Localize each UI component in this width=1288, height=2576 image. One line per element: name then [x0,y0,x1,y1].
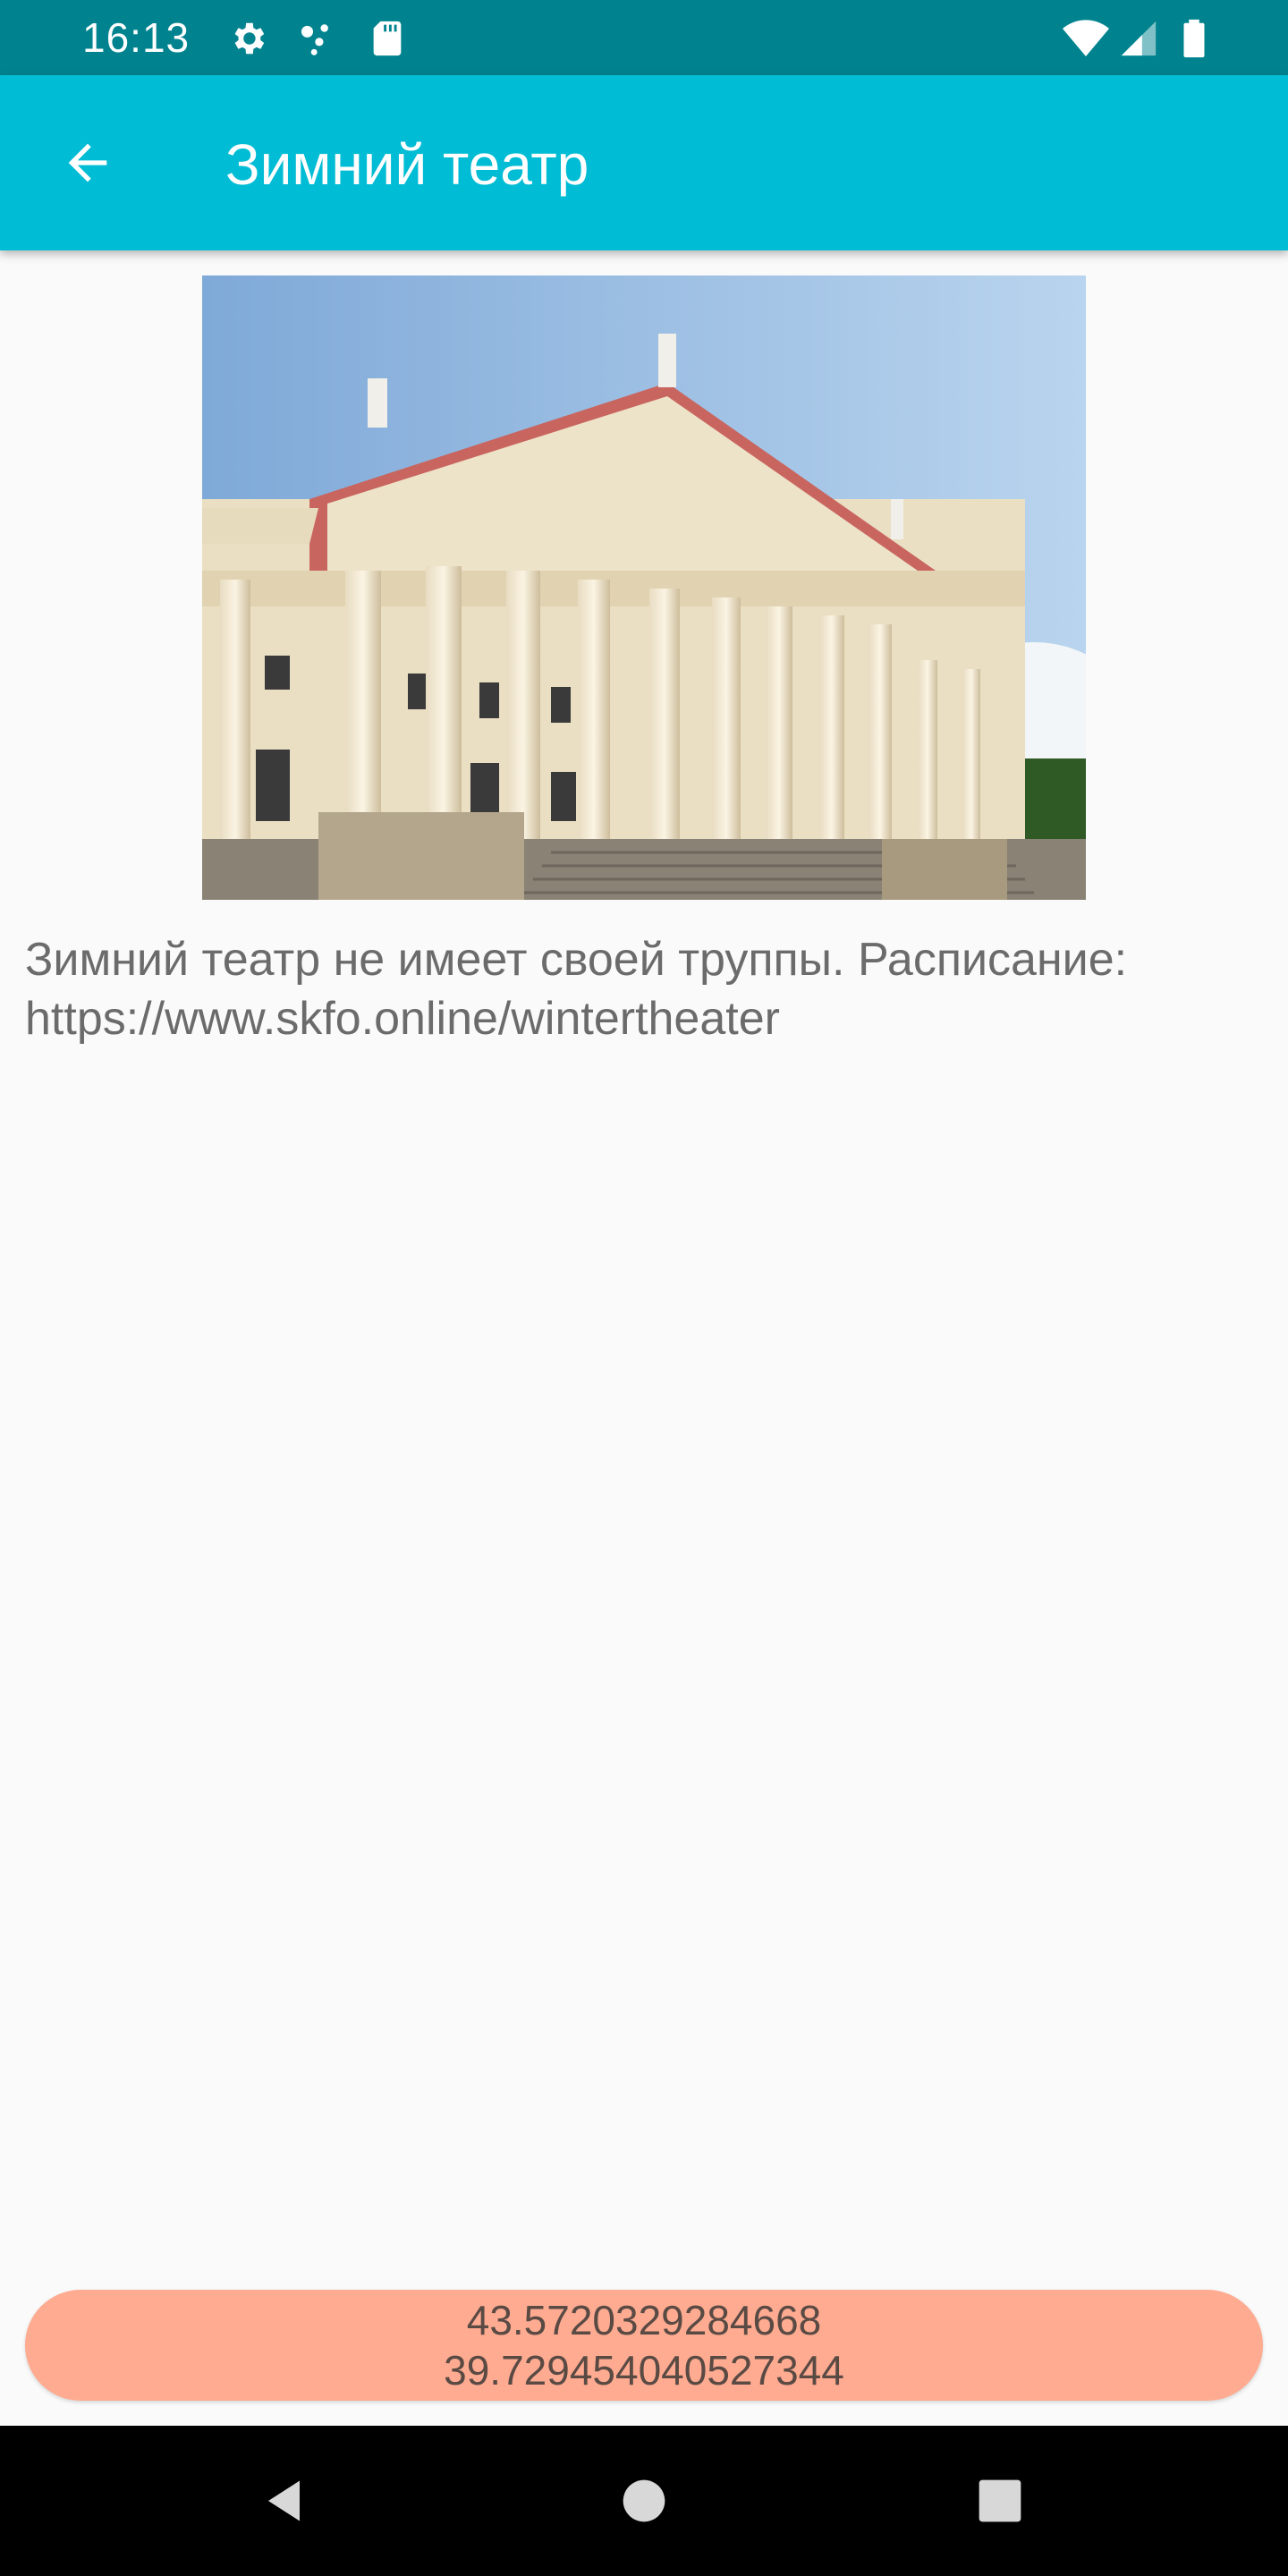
nav-bar [0,2426,1288,2576]
description-text: Зимний театр не имеет своей труппы. Расп… [25,934,1128,1045]
wifi-icon [1063,18,1109,59]
sd-card-icon [367,18,408,59]
longitude-value: 39.729454040527344 [444,2347,844,2394]
back-button[interactable] [43,120,132,209]
home-circle-icon[interactable] [599,2456,689,2546]
signal-icon [1118,18,1159,59]
back-triangle-icon[interactable] [242,2456,331,2546]
app-bar [0,75,1288,250]
latitude-value: 43.5720329284668 [466,2297,822,2343]
battery-icon [1174,18,1215,59]
status-bar: 16:13 [0,0,1288,75]
theater-photo [202,275,1086,900]
coordinates-button[interactable]: 43.5720329284668 39.729454040527344 [25,2290,1263,2401]
dots-icon [297,18,338,59]
recents-square-icon[interactable] [955,2456,1045,2546]
page-title: Зимний театр [225,132,589,197]
status-time: 16:13 [82,14,191,61]
gear-icon [227,18,268,59]
arrow-back-icon [59,134,116,196]
